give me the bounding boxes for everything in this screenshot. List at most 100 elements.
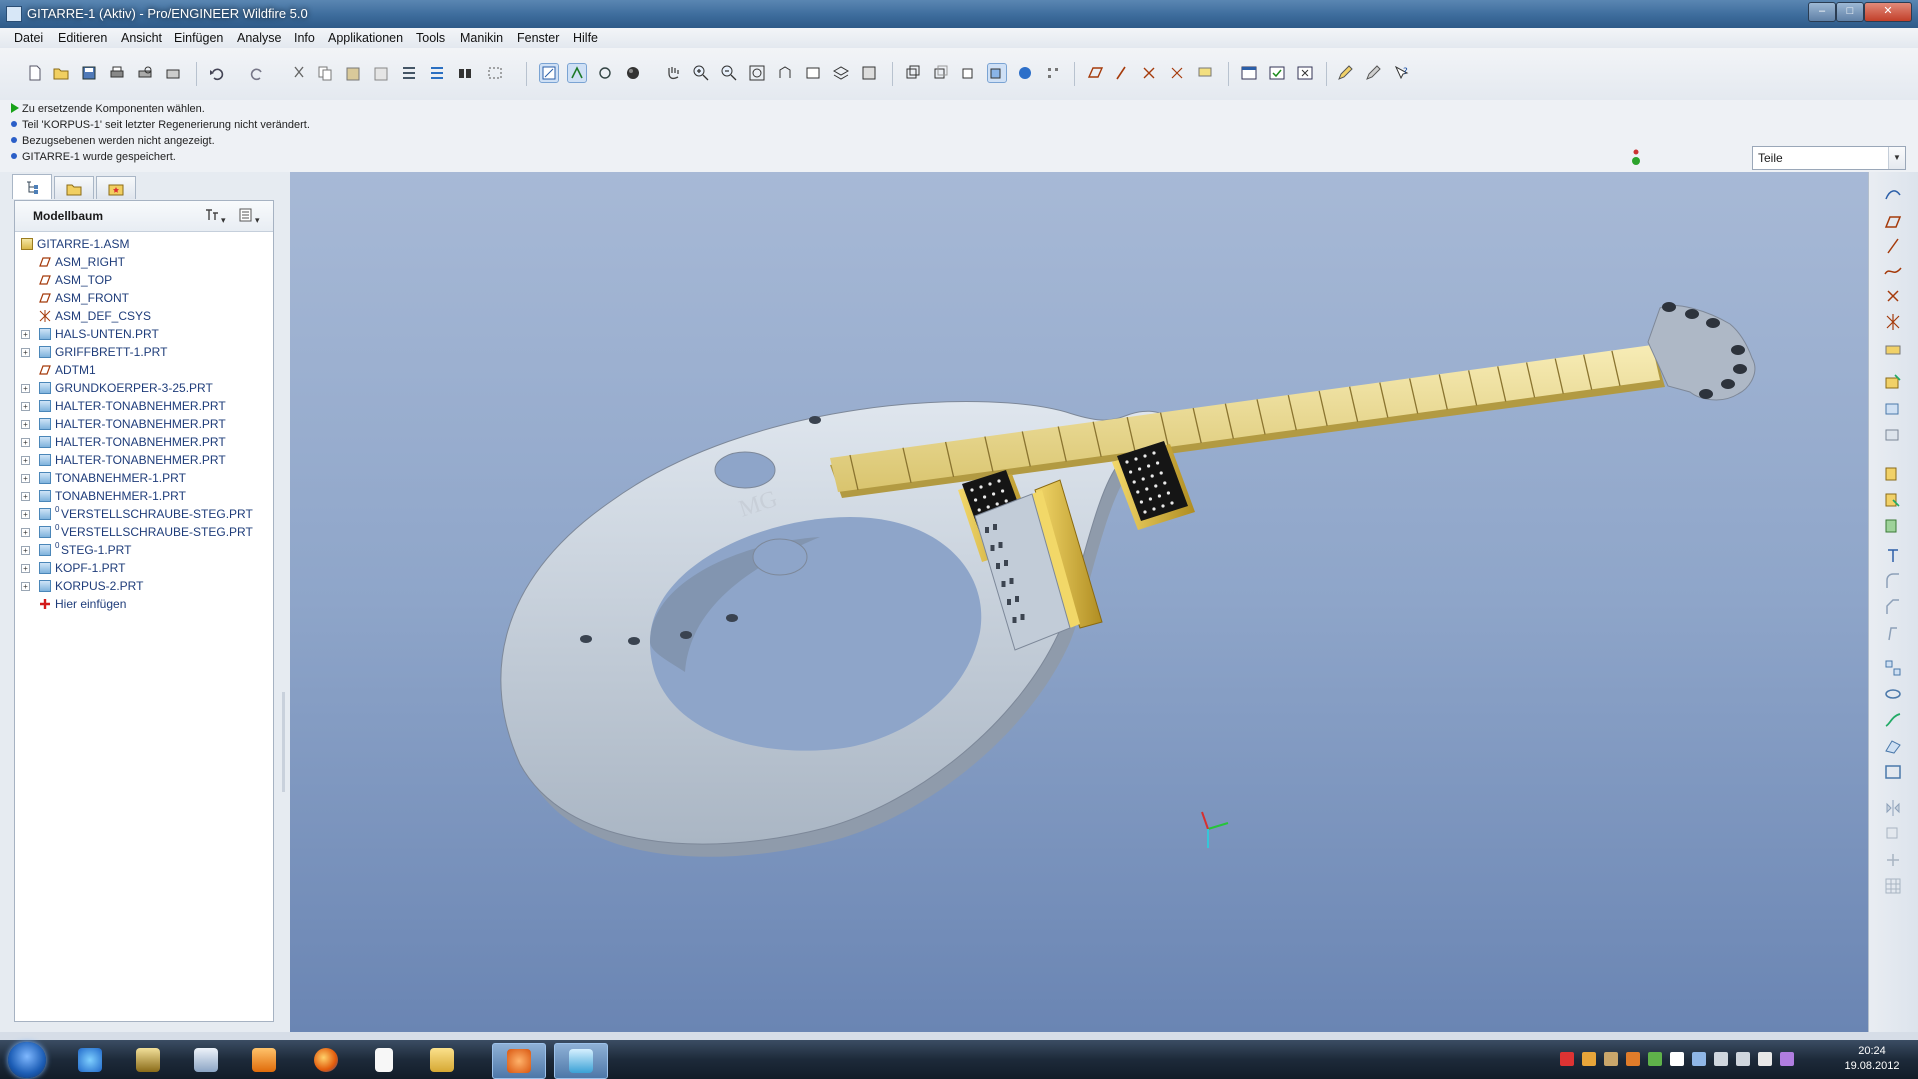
tree-item[interactable]: ASM_TOP	[15, 271, 273, 289]
panel-splitter[interactable]	[282, 692, 285, 792]
menu-manikin[interactable]: Manikin	[460, 31, 503, 45]
print-icon[interactable]	[108, 64, 126, 82]
window-activate-icon[interactable]	[1268, 64, 1286, 82]
tree-item[interactable]: Hier einfügen	[15, 595, 273, 613]
saved-views-icon[interactable]	[804, 64, 822, 82]
system-clock[interactable]: 20:24 19.08.2012	[1832, 1044, 1912, 1074]
menu-applikationen[interactable]: Applikationen	[328, 31, 403, 45]
cut-out-icon[interactable]	[1883, 516, 1903, 536]
chevron-down-icon[interactable]: ▼	[1888, 147, 1905, 169]
tree-item[interactable]: + GRIFFBRETT-1.PRT	[15, 343, 273, 361]
draft-tool-icon[interactable]	[1883, 624, 1903, 644]
expand-toggle-icon[interactable]: +	[21, 438, 30, 447]
spin-center-icon[interactable]	[567, 63, 587, 83]
print-preview-icon[interactable]	[136, 64, 154, 82]
menu-datei[interactable]: Datei	[14, 31, 43, 45]
repaint-icon[interactable]	[539, 63, 559, 83]
datum-point-display-icon[interactable]	[1140, 64, 1158, 82]
pickup-neck[interactable]	[1112, 441, 1195, 530]
tray-app-icon[interactable]	[1780, 1052, 1794, 1066]
graphics-window[interactable]: MG	[290, 172, 1868, 1032]
display-icon[interactable]	[1736, 1052, 1750, 1066]
tree-item[interactable]: +0 STEG-1.PRT	[15, 541, 273, 559]
move-icon[interactable]	[1883, 850, 1903, 870]
tree-item[interactable]: ASM_FRONT	[15, 289, 273, 307]
select-box-icon[interactable]	[486, 64, 504, 82]
maximize-button[interactable]: □	[1836, 2, 1864, 22]
tray-app-icon[interactable]	[1604, 1052, 1618, 1066]
internet-explorer-icon[interactable]	[64, 1043, 116, 1077]
chamfer-tool-icon[interactable]	[1883, 598, 1903, 618]
close-button[interactable]: ✕	[1864, 2, 1912, 22]
action-center-flag-icon[interactable]	[1670, 1052, 1684, 1066]
menu-ansicht[interactable]: Ansicht	[121, 31, 162, 45]
tree-item[interactable]: + GRUNDKOERPER-3-25.PRT	[15, 379, 273, 397]
csys-display-icon[interactable]	[1168, 64, 1186, 82]
datum-axis-tool-icon[interactable]	[1883, 236, 1903, 256]
find-icon[interactable]	[456, 64, 474, 82]
datum-point-tool-icon[interactable]	[1883, 286, 1903, 306]
regen-manager-icon[interactable]	[428, 64, 446, 82]
tree-item[interactable]: + TONABNEHMER-1.PRT	[15, 487, 273, 505]
blend-icon[interactable]	[1883, 736, 1903, 756]
app-3-icon[interactable]	[492, 1043, 546, 1079]
volume-icon[interactable]	[1758, 1052, 1772, 1066]
expand-toggle-icon[interactable]: +	[21, 420, 30, 429]
package-icon[interactable]	[1883, 424, 1903, 444]
expand-toggle-icon[interactable]: +	[21, 456, 30, 465]
pattern-icon[interactable]	[1883, 658, 1903, 678]
expand-toggle-icon[interactable]: +	[21, 492, 30, 501]
expand-toggle-icon[interactable]: +	[21, 510, 30, 519]
menu-editieren[interactable]: Editieren	[58, 31, 107, 45]
guitar-model[interactable]: MG	[290, 172, 1868, 1032]
zoom-in-icon[interactable]	[692, 64, 710, 82]
paste-special-icon[interactable]	[372, 64, 390, 82]
cut-icon[interactable]	[290, 64, 308, 82]
window-new-icon[interactable]	[1240, 64, 1258, 82]
expand-toggle-icon[interactable]: +	[21, 546, 30, 555]
no-hidden-icon[interactable]	[960, 64, 978, 82]
network-icon[interactable]	[1692, 1052, 1706, 1066]
expand-toggle-icon[interactable]: +	[21, 348, 30, 357]
shading-icon[interactable]	[987, 63, 1007, 83]
expand-toggle-icon[interactable]: +	[21, 402, 30, 411]
tree-item[interactable]: + HALTER-TONABNEHMER.PRT	[15, 433, 273, 451]
paste-icon[interactable]	[344, 64, 362, 82]
redo-icon[interactable]	[248, 64, 266, 82]
proengineer-launcher-icon[interactable]	[122, 1043, 174, 1077]
datum-plane-display-icon[interactable]	[1086, 64, 1104, 82]
view-manager-icon[interactable]	[860, 64, 878, 82]
blank-document-icon[interactable]	[358, 1043, 410, 1077]
selection-filter-dropdown[interactable]: Teile ▼	[1752, 146, 1906, 170]
start-button[interactable]	[8, 1042, 46, 1078]
menu-analyse[interactable]: Analyse	[237, 31, 281, 45]
undo-icon[interactable]	[208, 64, 226, 82]
menu-info[interactable]: Info	[294, 31, 315, 45]
expand-toggle-icon[interactable]: +	[21, 384, 30, 393]
minimize-button[interactable]: –	[1808, 2, 1836, 22]
document-app-icon[interactable]	[180, 1043, 232, 1077]
wireframe-icon[interactable]	[904, 64, 922, 82]
revolve-icon[interactable]	[1883, 684, 1903, 704]
merge-icon[interactable]	[1883, 490, 1903, 510]
tree-settings-icon[interactable]: ▾	[203, 207, 231, 225]
assemble-component-icon[interactable]	[1883, 372, 1903, 392]
menu-einfuegen[interactable]: Einfügen	[174, 31, 223, 45]
context-help-icon[interactable]: ?	[1392, 64, 1410, 82]
reorient-icon[interactable]	[776, 64, 794, 82]
datum-display-icon[interactable]	[1044, 64, 1062, 82]
tree-item[interactable]: + HALTER-TONABNEHMER.PRT	[15, 415, 273, 433]
tree-item[interactable]: + KORPUS-2.PRT	[15, 577, 273, 595]
edit-definition-icon[interactable]	[1336, 64, 1354, 82]
sweep-icon[interactable]	[1883, 710, 1903, 730]
analysis-tool-icon[interactable]	[1883, 338, 1903, 358]
tab-favorites[interactable]	[96, 176, 136, 199]
datum-plane-tool-icon[interactable]	[1883, 212, 1903, 232]
round-tool-icon[interactable]	[1883, 572, 1903, 592]
tree-item[interactable]: ADTM1	[15, 361, 273, 379]
tree-filter-icon[interactable]: ▾	[237, 207, 265, 225]
shell-icon[interactable]	[1883, 762, 1903, 782]
tray-alert-icon[interactable]	[1560, 1052, 1574, 1066]
regenerate-icon[interactable]	[400, 64, 418, 82]
tree-item[interactable]: + HALTER-TONABNEHMER.PRT	[15, 397, 273, 415]
